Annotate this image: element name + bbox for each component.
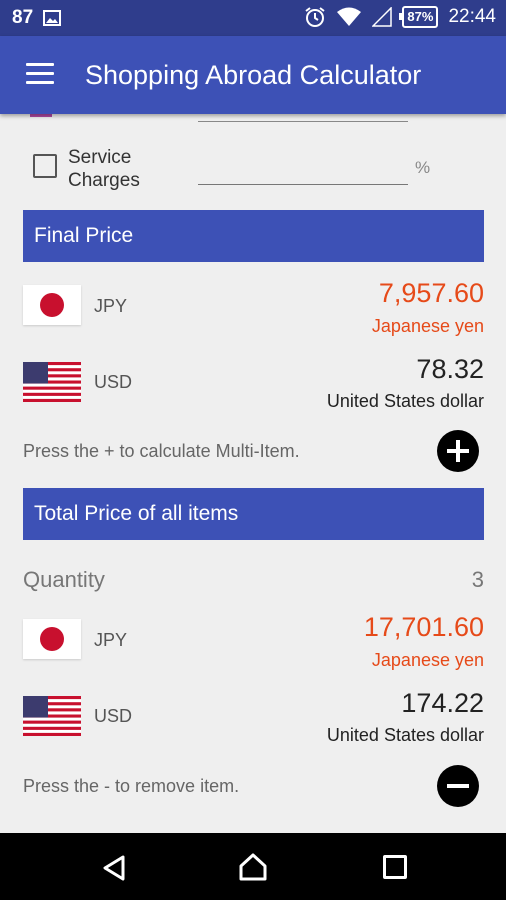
service-charges-checkbox[interactable]	[33, 154, 57, 178]
japan-flag-icon	[23, 285, 81, 325]
home-icon[interactable]	[238, 852, 268, 882]
hamburger-menu-icon[interactable]	[26, 63, 54, 85]
back-icon[interactable]	[102, 855, 126, 881]
signal-icon	[372, 7, 393, 27]
previous-row-edge	[30, 114, 52, 117]
us-flag-icon	[23, 362, 81, 402]
status-bar: 87 87% 22:44	[0, 0, 506, 36]
final-price-header: Final Price	[23, 210, 484, 262]
us-flag-icon	[23, 696, 81, 736]
alarm-icon	[305, 7, 326, 27]
app-title: Shopping Abroad Calculator	[85, 60, 422, 90]
app-bar: Shopping Abroad Calculator	[0, 36, 506, 114]
battery-icon: 87%	[399, 6, 439, 28]
final-usd-name: United States dollar	[326, 391, 484, 411]
notification-count: 87	[12, 7, 34, 28]
service-charges-label: Service Charges	[68, 147, 140, 191]
total-jpy-amount: 17,701.60	[363, 612, 484, 642]
final-jpy-amount: 7,957.60	[378, 278, 484, 308]
minus-circle-icon[interactable]	[437, 765, 479, 807]
final-jpy-code: JPY	[94, 296, 128, 316]
total-usd-amount: 174.22	[401, 688, 484, 718]
service-charges-input[interactable]	[198, 184, 408, 185]
navigation-bar	[0, 833, 506, 900]
quantity-value: 3	[471, 567, 484, 592]
total-jpy-name: Japanese yen	[371, 650, 484, 670]
total-usd-name: United States dollar	[326, 725, 484, 745]
total-jpy-code: JPY	[94, 630, 128, 650]
final-usd-code: USD	[94, 372, 133, 392]
percent-unit: %	[415, 158, 431, 177]
previous-input-underline	[198, 121, 408, 122]
image-icon	[43, 10, 62, 26]
final-jpy-name: Japanese yen	[371, 316, 484, 336]
multi-item-hint: Press the + to calculate Multi-Item.	[23, 441, 300, 461]
remove-item-hint: Press the - to remove item.	[23, 776, 240, 796]
clock: 22:44	[448, 6, 496, 27]
final-usd-amount: 78.32	[416, 354, 484, 384]
total-usd-code: USD	[94, 706, 133, 726]
japan-flag-icon	[23, 619, 81, 659]
quantity-label: Quantity	[23, 567, 105, 592]
wifi-icon	[337, 7, 362, 26]
total-price-header: Total Price of all items	[23, 488, 484, 540]
recents-icon[interactable]	[383, 855, 407, 879]
main-content[interactable]: Service Charges % Final Price JPY 7,957.…	[0, 114, 506, 833]
plus-circle-icon[interactable]	[437, 430, 479, 472]
